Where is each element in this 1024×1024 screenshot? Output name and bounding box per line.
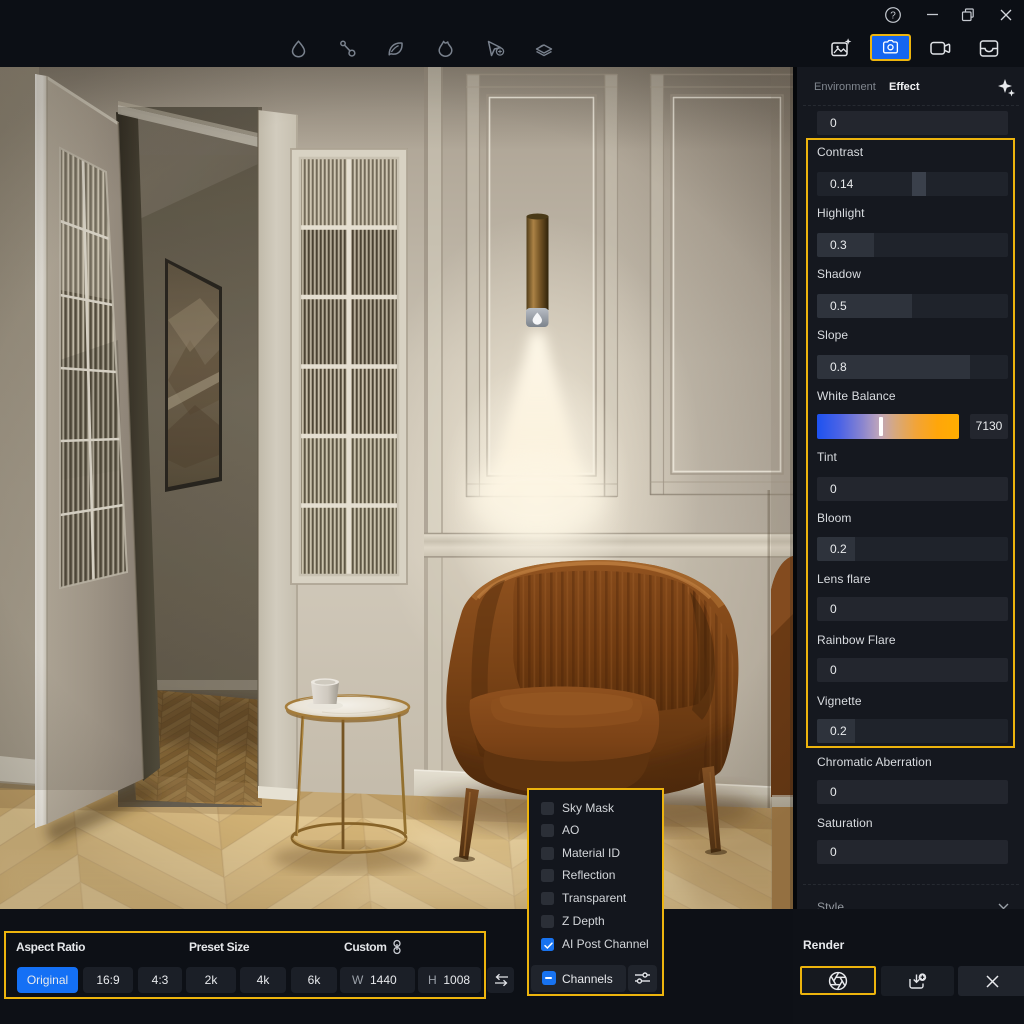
svg-text:?: ? <box>890 11 896 22</box>
